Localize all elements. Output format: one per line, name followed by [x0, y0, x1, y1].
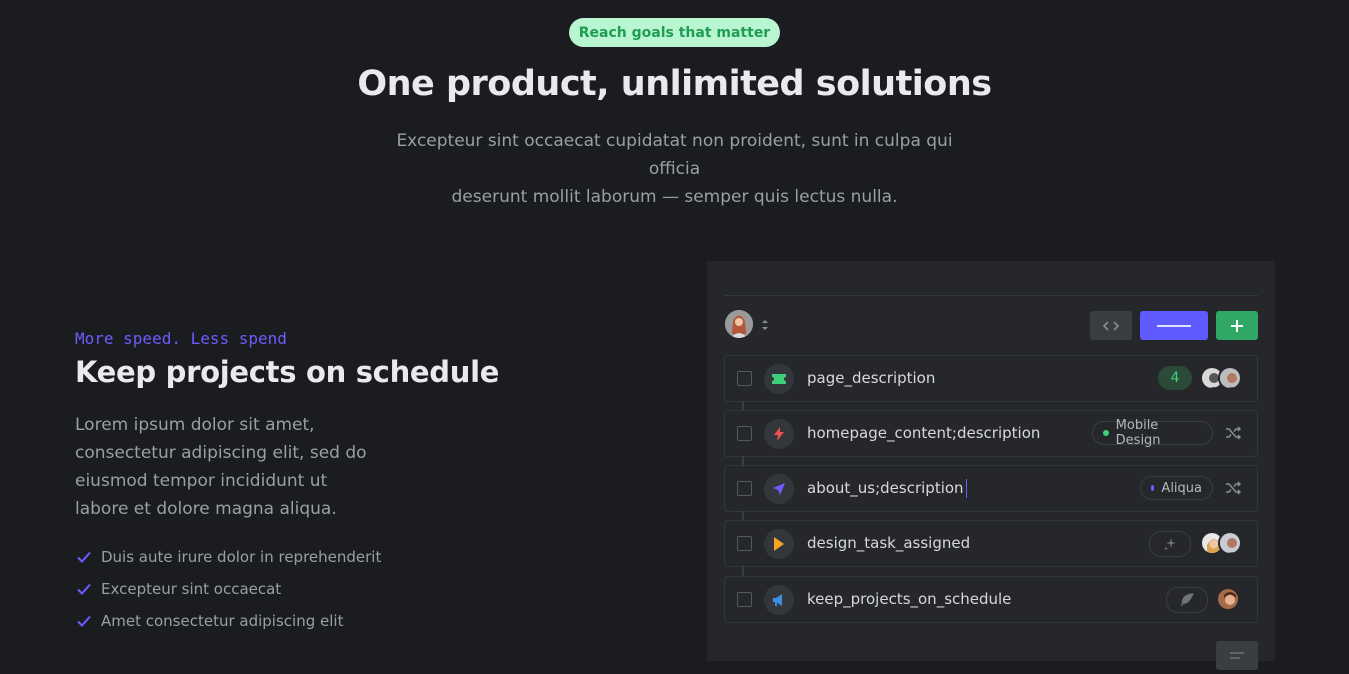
task-name: design_task_assigned: [807, 534, 971, 552]
sort-lines-icon: [1230, 652, 1244, 659]
row-connector: [742, 566, 744, 576]
panel-divider: [724, 295, 1258, 296]
check-icon: [77, 615, 91, 627]
row-checkbox[interactable]: [737, 536, 752, 551]
leaf-button[interactable]: [1166, 587, 1208, 613]
hero-subtitle: Excepteur sint occaecat cupidatat non pr…: [380, 127, 969, 211]
shuffle-icon[interactable]: [1225, 425, 1241, 441]
add-button[interactable]: [1216, 311, 1258, 340]
check-item: Amet consectetur adipiscing elit: [75, 605, 381, 637]
bolt-icon: [764, 419, 794, 449]
feature-checklist: Duis aute irure dolor in reprehenderit E…: [75, 541, 381, 637]
hero-badge: Reach goals that matter: [569, 18, 780, 47]
task-name: homepage_content;description: [807, 424, 1041, 442]
code-view-button[interactable]: [1090, 311, 1132, 340]
feature-eyebrow: More speed. Less spend: [75, 329, 287, 348]
tag-chip[interactable]: Aliqua: [1140, 476, 1213, 500]
task-row[interactable]: homepage_content;description Mobile Desi…: [724, 410, 1258, 457]
plus-icon: [1231, 319, 1243, 332]
count-badge: 4: [1158, 366, 1192, 390]
primary-action-button[interactable]: [1140, 311, 1208, 340]
check-item-label: Amet consectetur adipiscing elit: [101, 612, 344, 630]
sparkle-icon: [1163, 538, 1176, 551]
task-name: keep_projects_on_schedule: [807, 590, 1012, 608]
minus-bar-icon: [1157, 324, 1191, 327]
leaf-icon: [1180, 593, 1194, 607]
task-name-input[interactable]: about_us;description: [807, 479, 967, 498]
row-checkbox[interactable]: [737, 592, 752, 607]
megaphone-icon: [764, 585, 794, 615]
check-item-label: Excepteur sint occaecat: [101, 580, 282, 598]
row-checkbox[interactable]: [737, 371, 752, 386]
hero-title: One product, unlimited solutions: [357, 64, 992, 104]
avatar: [1216, 587, 1240, 611]
check-item-label: Duis aute irure dolor in reprehenderit: [101, 548, 382, 566]
check-item: Duis aute irure dolor in reprehenderit: [75, 541, 381, 573]
row-checkbox[interactable]: [737, 426, 752, 441]
check-icon: [77, 551, 91, 563]
tag-dot: [1103, 430, 1109, 436]
sort-options-button[interactable]: [1216, 641, 1258, 670]
shuffle-icon[interactable]: [1225, 480, 1241, 496]
tag-chip[interactable]: Mobile Design: [1092, 418, 1213, 448]
task-name: page_description: [807, 369, 936, 387]
navigation-arrow-icon: [764, 474, 794, 504]
feature-body: Lorem ipsum dolor sit amet, consectetur …: [75, 415, 367, 519]
sparkle-button[interactable]: [1149, 531, 1191, 557]
play-icon: [764, 529, 794, 559]
task-row[interactable]: design_task_assigned: [724, 520, 1258, 567]
text-caret: [965, 479, 967, 498]
avatar: [1218, 366, 1242, 390]
task-row[interactable]: page_description 4: [724, 355, 1258, 402]
tag-label: Mobile Design: [1115, 418, 1161, 448]
avatar: [1218, 531, 1242, 555]
task-panel: page_description 4 homepage_content;desc…: [707, 261, 1275, 670]
ticket-icon: [764, 364, 794, 394]
feature-title: Keep projects on schedule: [75, 355, 500, 389]
hero-subtitle-line-2: deserunt mollit laborum — semper quis le…: [451, 187, 898, 207]
tag-label: Aliqua: [1161, 480, 1202, 496]
user-avatar[interactable]: [725, 310, 753, 338]
sort-toggle-icon[interactable]: [760, 318, 770, 332]
row-checkbox[interactable]: [737, 481, 752, 496]
code-arrows-icon: [1103, 320, 1119, 331]
check-item: Excepteur sint occaecat: [75, 573, 381, 605]
task-row[interactable]: about_us;description Aliqua: [724, 465, 1258, 512]
hero-subtitle-line-1: Excepteur sint occaecat cupidatat non pr…: [396, 131, 953, 179]
tag-dot: [1151, 485, 1155, 491]
check-icon: [77, 583, 91, 595]
task-row[interactable]: keep_projects_on_schedule: [724, 576, 1258, 623]
